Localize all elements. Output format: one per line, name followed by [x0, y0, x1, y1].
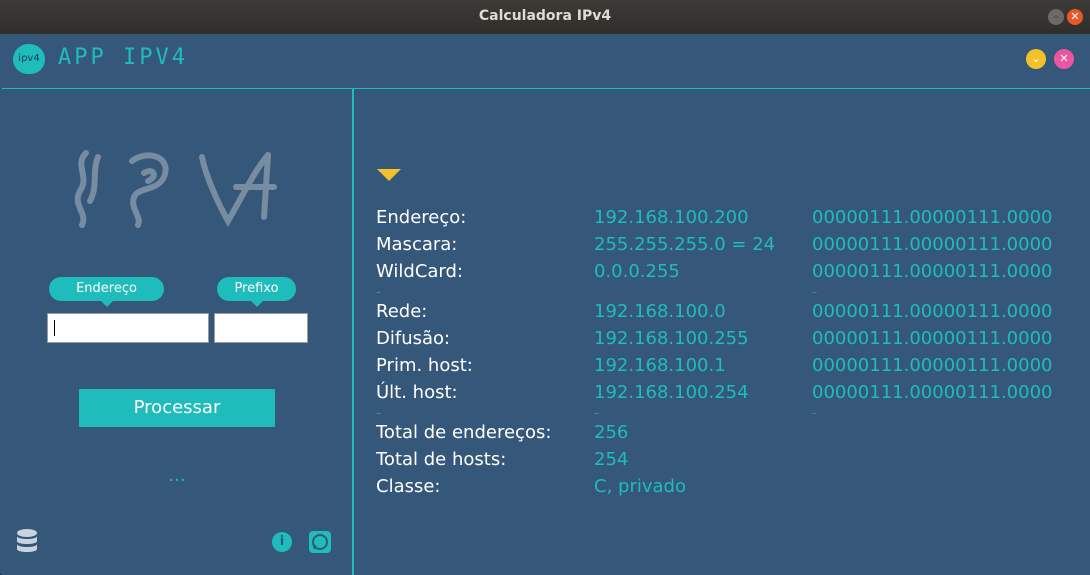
separator: – — [376, 287, 381, 298]
processar-button[interactable]: Processar — [79, 389, 275, 427]
result-label: Classe: — [376, 476, 441, 497]
result-binary: 00000111.00000111.0000 — [812, 234, 1053, 255]
result-value: C, privado — [594, 476, 686, 497]
result-value: 192.168.100.0 — [594, 301, 726, 322]
result-label: WildCard: — [376, 261, 464, 282]
result-binary: 00000111.00000111.0000 — [812, 328, 1053, 349]
input-panel: Endereço Prefixo Processar ... i — [2, 88, 354, 575]
database-icon[interactable] — [16, 529, 38, 555]
prefixo-label: Prefixo — [217, 277, 296, 307]
result-label: Endereço: — [376, 207, 467, 228]
separator: – — [594, 408, 599, 419]
result-value: 192.168.100.1 — [594, 355, 726, 376]
result-label: Últ. host: — [376, 382, 458, 403]
app-header: ipv4 APP IPV4 ⌄ ✕ — [0, 34, 1090, 88]
window-titlebar[interactable]: Calculadora IPv4 – ✕ — [0, 0, 1090, 34]
result-binary: 00000111.00000111.0000 — [812, 301, 1053, 322]
endereco-label: Endereço — [49, 277, 164, 307]
result-value: 0.0.0.255 — [594, 261, 680, 282]
endereco-input[interactable] — [47, 313, 209, 343]
prefixo-input[interactable] — [214, 313, 308, 343]
window-minimize-button[interactable]: – — [1048, 9, 1064, 25]
result-value: 192.168.100.200 — [594, 207, 749, 228]
window-close-button[interactable]: ✕ — [1067, 9, 1083, 25]
result-label: Total de hosts: — [376, 449, 507, 470]
app-window: Calculadora IPv4 – ✕ ipv4 APP IPV4 ⌄ ✕ E… — [0, 0, 1090, 575]
result-label: Mascara: — [376, 234, 458, 255]
result-label: Total de endereços: — [376, 422, 552, 443]
app-title: APP IPV4 — [58, 45, 188, 70]
text-cursor — [54, 320, 55, 336]
result-binary: 00000111.00000111.0000 — [812, 355, 1053, 376]
collapse-arrow-icon[interactable] — [377, 169, 401, 181]
result-value: 192.168.100.254 — [594, 382, 749, 403]
result-label: Prim. host: — [376, 355, 473, 376]
result-binary: 00000111.00000111.0000 — [812, 207, 1053, 228]
result-value: 254 — [594, 449, 629, 470]
separator: – — [376, 408, 381, 419]
results-panel: Endereço: 192.168.100.200 00000111.00000… — [354, 88, 1090, 575]
result-label: Rede: — [376, 301, 428, 322]
result-binary: 00000111.00000111.0000 — [812, 261, 1053, 282]
separator: – — [812, 408, 817, 419]
result-label: Difusão: — [376, 328, 451, 349]
result-value: 192.168.100.255 — [594, 328, 749, 349]
minimize-icon[interactable]: ⌄ — [1026, 49, 1046, 69]
app-logo-icon: ipv4 — [13, 44, 45, 74]
result-binary: 00000111.00000111.0000 — [812, 382, 1053, 403]
window-title: Calculadora IPv4 — [478, 8, 612, 24]
result-value: 255.255.255.0 = 24 — [594, 234, 776, 255]
info-icon[interactable]: i — [272, 532, 292, 552]
close-icon[interactable]: ✕ — [1054, 49, 1074, 69]
whatsapp-icon[interactable] — [309, 531, 331, 553]
separator: – — [812, 287, 817, 298]
result-value: 256 — [594, 422, 629, 443]
status-text: ... — [168, 465, 186, 486]
ipv4-logo-icon — [74, 150, 277, 228]
